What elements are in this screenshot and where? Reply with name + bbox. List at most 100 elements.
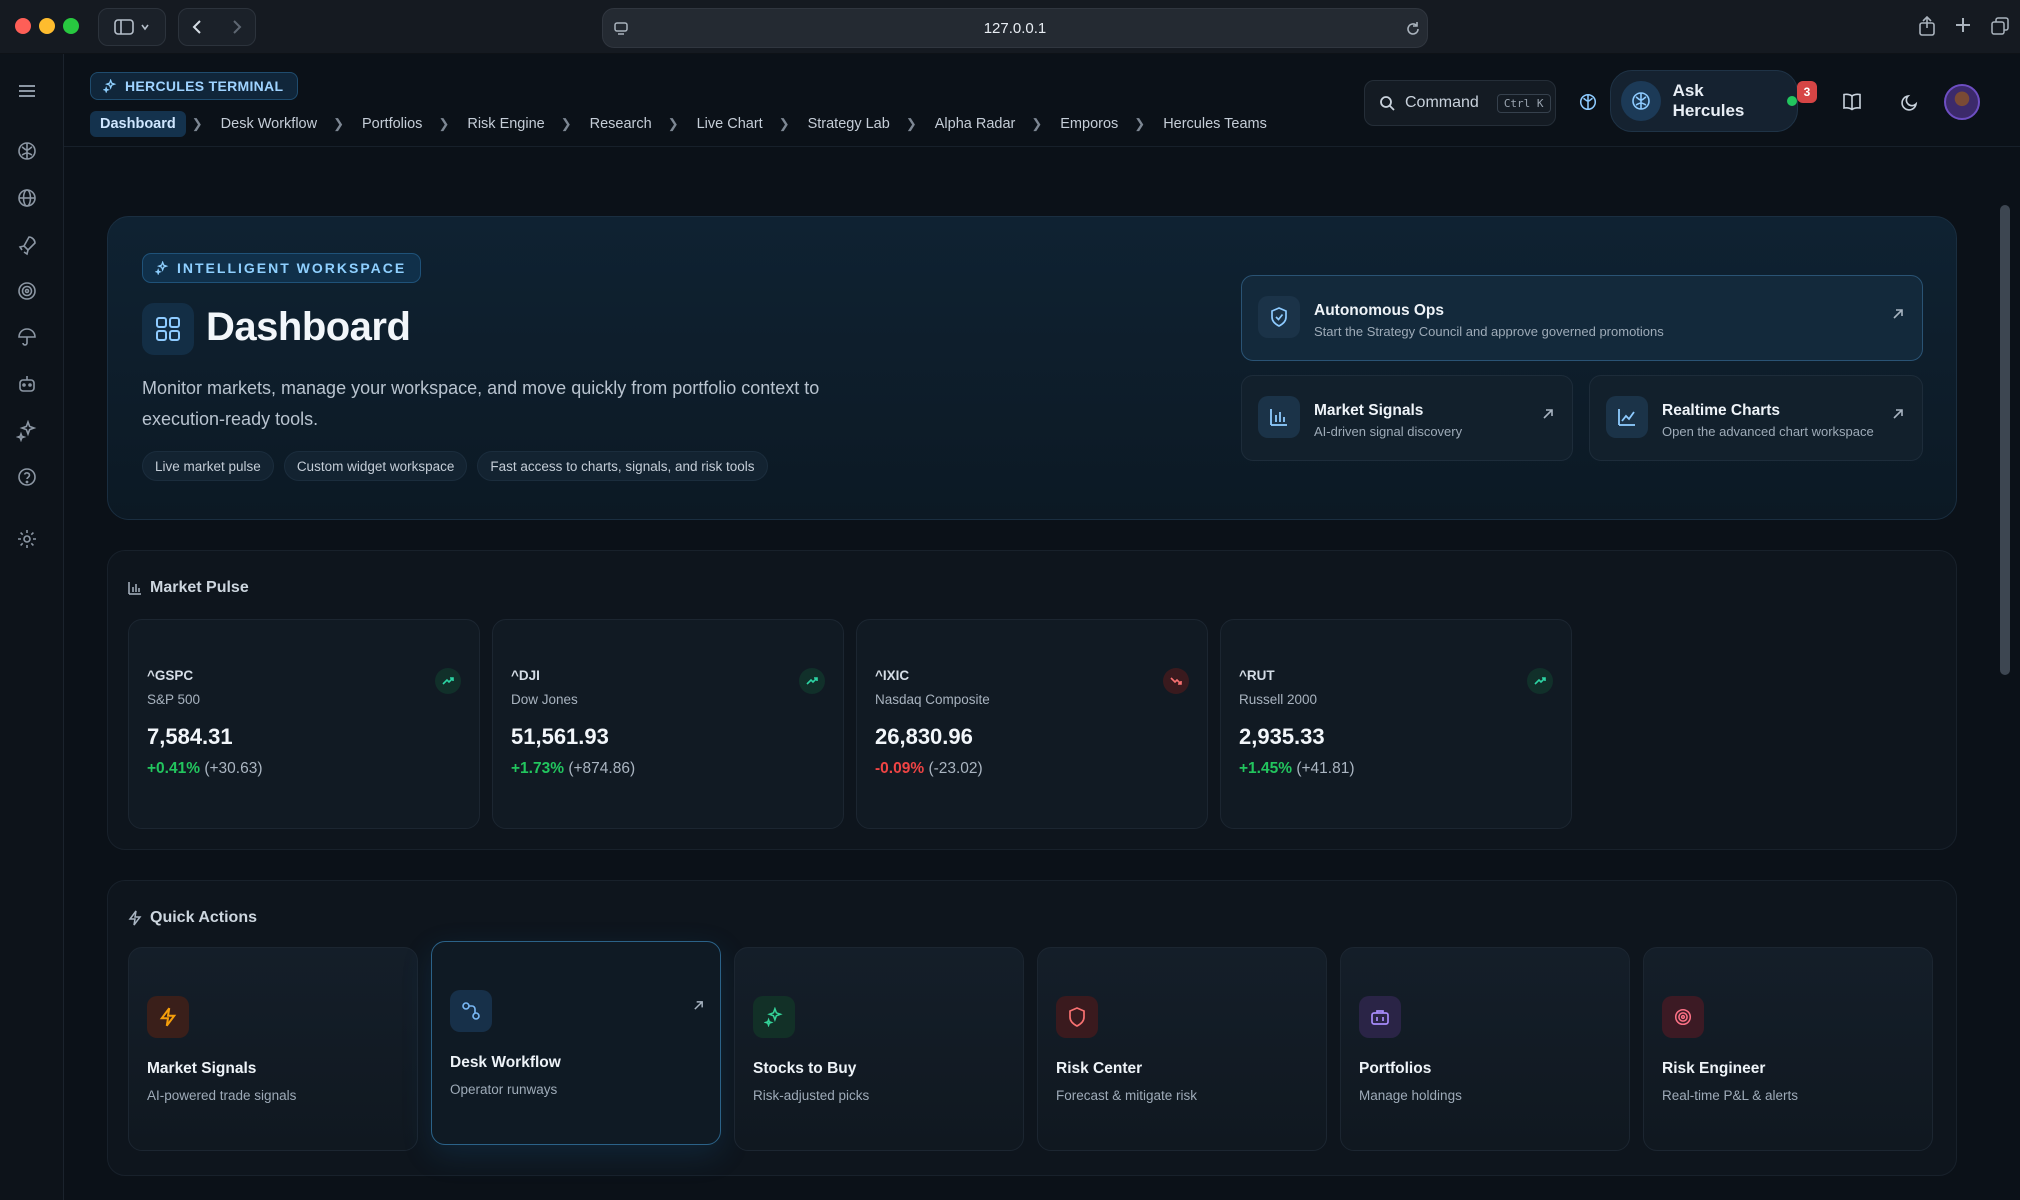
ticker-percent: -0.09% (875, 760, 925, 777)
quick-actions-panel: Quick Actions Market Signals AI-powered … (107, 880, 1957, 1176)
chevron-right-icon: ❯ (191, 116, 203, 131)
brain-icon (1579, 93, 1597, 111)
autonomous-ops-card[interactable]: Autonomous Ops Start the Strategy Counci… (1241, 275, 1923, 361)
ticker-name: Nasdaq Composite (875, 692, 990, 707)
sidebar-toggle-button[interactable] (98, 8, 166, 46)
globe-icon[interactable] (16, 187, 38, 209)
realtime-charts-card[interactable]: Realtime Charts Open the advanced chart … (1589, 375, 1923, 461)
card-title: Market Signals (1314, 402, 1424, 419)
brain-icon[interactable] (16, 140, 38, 162)
crumb-research[interactable]: Research (580, 111, 662, 137)
workspace-badge-label: INTELLIGENT WORKSPACE (177, 260, 407, 276)
brain-button[interactable] (1568, 82, 1608, 122)
quick-action-title: Portfolios (1359, 1060, 1432, 1077)
quick-action-subtitle: Operator runways (450, 1082, 558, 1097)
crumb-portfolios[interactable]: Portfolios (352, 111, 432, 137)
ticker-name: Dow Jones (511, 692, 578, 707)
ticker-card-ixic[interactable]: ^IXIC Nasdaq Composite 26,830.96 -0.09% … (856, 619, 1208, 829)
reload-icon[interactable] (1405, 21, 1421, 37)
crumb-hercules-teams[interactable]: Hercules Teams (1153, 111, 1277, 137)
quick-action-market-signals[interactable]: Market Signals AI-powered trade signals (128, 947, 418, 1151)
notification-badge[interactable]: 3 (1797, 81, 1817, 103)
ticker-price: 2,935.33 (1239, 724, 1325, 749)
target-icon (1662, 996, 1704, 1038)
quick-actions-title: Quick Actions (150, 909, 257, 926)
ticker-card-gspc[interactable]: ^GSPC S&P 500 7,584.31 +0.41% (+30.63) (128, 619, 480, 829)
command-shortcut: Ctrl K (1496, 93, 1551, 113)
quick-action-risk-engineer[interactable]: Risk Engineer Real-time P&L & alerts (1643, 947, 1933, 1151)
help-icon[interactable] (16, 466, 38, 488)
crumb-desk-workflow[interactable]: Desk Workflow (211, 111, 327, 137)
command-palette-button[interactable]: Command Ctrl K (1364, 80, 1556, 126)
history-nav (178, 8, 256, 46)
quick-action-stocks-to-buy[interactable]: Stocks to Buy Risk-adjusted picks (734, 947, 1024, 1151)
menu-icon[interactable] (16, 80, 38, 102)
maximize-window-button[interactable] (63, 18, 79, 34)
crumb-emporos[interactable]: Emporos (1050, 111, 1128, 137)
market-signals-card[interactable]: Market Signals AI-driven signal discover… (1241, 375, 1573, 461)
settings-icon[interactable] (16, 528, 38, 550)
share-icon[interactable] (1918, 16, 1936, 36)
ticker-change: +1.73% (+874.86) (511, 760, 635, 778)
back-icon[interactable] (190, 19, 204, 35)
line-chart-icon (1606, 396, 1648, 438)
quick-action-desk-workflow[interactable]: Desk Workflow Operator runways (431, 941, 721, 1145)
workspace-badge: INTELLIGENT WORKSPACE (142, 253, 422, 283)
trend-up-icon (435, 668, 461, 694)
ticker-symbol: ^RUT (1239, 668, 1275, 683)
section-title: Quick Actions (128, 909, 257, 927)
close-window-button[interactable] (15, 18, 31, 34)
quick-action-subtitle: Real-time P&L & alerts (1662, 1088, 1799, 1103)
lightning-icon (128, 910, 142, 926)
brand-badge[interactable]: HERCULES TERMINAL (90, 72, 299, 100)
target-icon[interactable] (16, 280, 38, 302)
quick-action-risk-center[interactable]: Risk Center Forecast & mitigate risk (1037, 947, 1327, 1151)
avatar[interactable] (1944, 84, 1980, 120)
card-title: Realtime Charts (1662, 402, 1781, 419)
sparkle-icon[interactable] (16, 420, 38, 442)
docs-button[interactable] (1832, 82, 1872, 122)
tab-overview-icon[interactable] (1991, 17, 2009, 35)
ticker-card-dji[interactable]: ^DJI Dow Jones 51,561.93 +1.73% (+874.86… (492, 619, 844, 829)
page-scrollbar[interactable] (1998, 205, 2012, 675)
bot-icon[interactable] (16, 373, 38, 395)
quick-action-portfolios[interactable]: Portfolios Manage holdings (1340, 947, 1630, 1151)
forward-icon[interactable] (230, 19, 244, 35)
moon-icon (1901, 94, 1918, 111)
quick-action-title: Stocks to Buy (753, 1060, 857, 1077)
crumb-dashboard[interactable]: Dashboard (90, 111, 186, 137)
sparkle-icon (753, 996, 795, 1038)
theme-toggle-button[interactable] (1890, 82, 1930, 122)
ticker-symbol: ^IXIC (875, 668, 910, 683)
ticker-symbol: ^DJI (511, 668, 540, 683)
address-bar[interactable]: 127.0.0.1 (602, 8, 1428, 48)
book-icon (1843, 93, 1861, 111)
ticker-delta: (+41.81) (1296, 760, 1355, 777)
crumb-risk-engine[interactable]: Risk Engine (457, 111, 554, 137)
crumb-live-chart[interactable]: Live Chart (687, 111, 773, 137)
ticker-symbol: ^GSPC (147, 668, 194, 683)
rocket-icon[interactable] (16, 234, 38, 256)
chevron-right-icon: ❯ (333, 116, 344, 131)
new-tab-icon[interactable] (1955, 17, 1971, 33)
ask-hercules-button[interactable]: Ask Hercules (1610, 70, 1798, 132)
crumb-alpha-radar[interactable]: Alpha Radar (925, 111, 1026, 137)
chevron-right-icon: ❯ (778, 116, 790, 131)
umbrella-icon[interactable] (16, 326, 38, 348)
brand-name: HERCULES TERMINAL (125, 78, 284, 94)
grid-icon (142, 303, 194, 355)
market-pulse-title: Market Pulse (150, 579, 249, 596)
crumb-strategy-lab[interactable]: Strategy Lab (798, 111, 900, 137)
ticker-price: 26,830.96 (875, 724, 973, 749)
market-pulse-panel: Market Pulse ^GSPC S&P 500 7,584.31 +0.4… (107, 550, 1957, 850)
quick-action-subtitle: Manage holdings (1359, 1088, 1462, 1103)
shield-icon (1056, 996, 1098, 1038)
page-description: Monitor markets, manage your workspace, … (142, 378, 820, 429)
chevron-right-icon: ❯ (560, 116, 572, 131)
quick-action-title: Market Signals (147, 1060, 257, 1077)
ticker-card-rut[interactable]: ^RUT Russell 2000 2,935.33 +1.45% (+41.8… (1220, 619, 1572, 829)
trend-down-icon (1163, 668, 1189, 694)
minimize-window-button[interactable] (39, 18, 55, 34)
scrollbar-thumb[interactable] (2000, 205, 2010, 675)
ticker-name: Russell 2000 (1239, 692, 1318, 707)
